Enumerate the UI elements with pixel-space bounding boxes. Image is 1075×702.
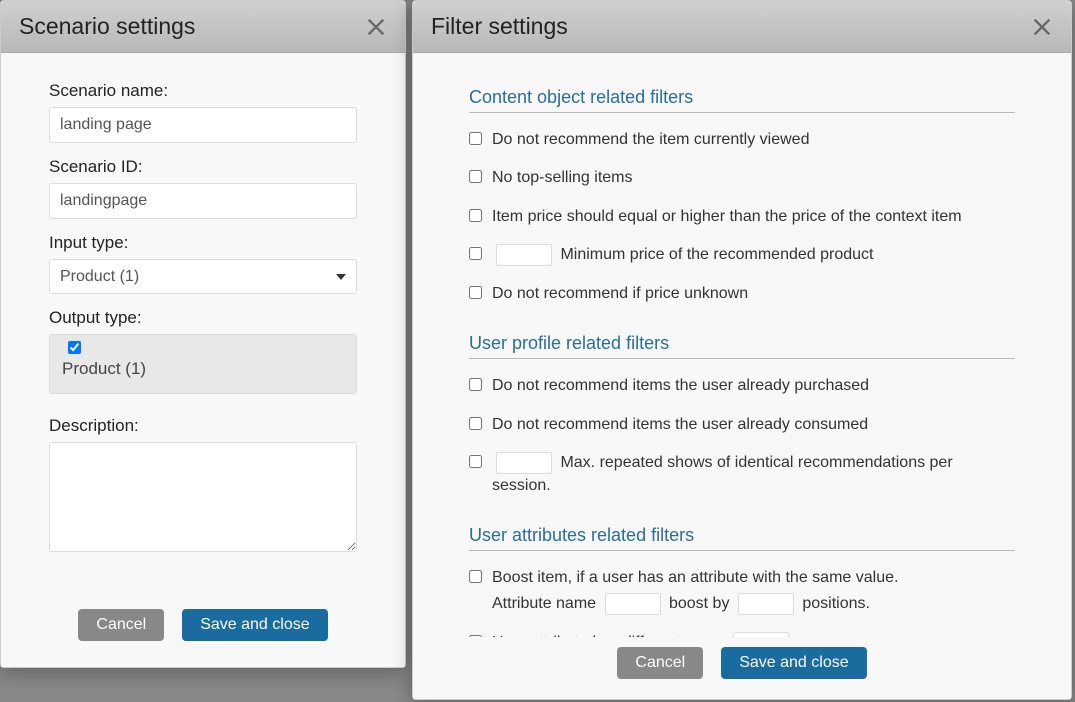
filter-no-top-label: No top-selling items bbox=[492, 167, 1015, 189]
filter-no-current-label: Do not recommend the item currently view… bbox=[492, 129, 1015, 151]
cancel-button[interactable]: Cancel bbox=[617, 647, 703, 679]
output-type-value: Product (1) bbox=[62, 359, 146, 378]
boost-attr-name-input[interactable] bbox=[605, 593, 661, 615]
filter-modal-title: Filter settings bbox=[431, 13, 568, 40]
section-content-title: Content object related filters bbox=[469, 87, 1015, 113]
filter-boost-checkbox[interactable] bbox=[469, 570, 482, 583]
output-type-checkbox[interactable] bbox=[68, 341, 81, 354]
output-type-box: Product (1) bbox=[49, 334, 357, 394]
cancel-button[interactable]: Cancel bbox=[78, 609, 164, 641]
filter-purchased-label: Do not recommend items the user already … bbox=[492, 375, 1015, 397]
filter-max-repeated-label: Max. repeated shows of identical recomme… bbox=[492, 452, 1015, 497]
scenario-settings-modal: Scenario settings Scenario name: Scenari… bbox=[0, 0, 406, 668]
filter-min-price-checkbox[interactable] bbox=[469, 247, 482, 260]
filter-max-repeated-checkbox[interactable] bbox=[469, 455, 482, 468]
boost-by-input[interactable] bbox=[738, 593, 794, 615]
filter-no-current-checkbox[interactable] bbox=[469, 132, 482, 145]
filter-settings-modal: Filter settings Content object related f… bbox=[412, 0, 1072, 700]
scenario-name-label: Scenario name: bbox=[49, 81, 357, 101]
output-type-label: Output type: bbox=[49, 308, 357, 328]
scenario-modal-title: Scenario settings bbox=[19, 13, 195, 40]
save-button[interactable]: Save and close bbox=[182, 609, 327, 641]
filter-modal-footer: Cancel Save and close bbox=[413, 637, 1071, 699]
scenario-modal-body: Scenario name: Scenario ID: Input type: … bbox=[1, 53, 405, 595]
save-button[interactable]: Save and close bbox=[721, 647, 866, 679]
scenario-modal-header: Scenario settings bbox=[1, 1, 405, 53]
filter-consumed-label: Do not recommend items the user already … bbox=[492, 414, 1015, 436]
filter-modal-body: Content object related filters Do not re… bbox=[413, 53, 1071, 637]
filter-no-top-checkbox[interactable] bbox=[469, 170, 482, 183]
filter-price-equal-label: Item price should equal or higher than t… bbox=[492, 206, 1015, 228]
filter-boost-label: Boost item, if a user has an attribute w… bbox=[492, 567, 1015, 616]
filter-modal-header: Filter settings bbox=[413, 1, 1071, 53]
filter-max-repeated-input[interactable] bbox=[496, 452, 552, 474]
filter-purchased-checkbox[interactable] bbox=[469, 378, 482, 391]
filter-no-unknown-checkbox[interactable] bbox=[469, 286, 482, 299]
close-icon[interactable] bbox=[365, 16, 387, 38]
filter-no-unknown-label: Do not recommend if price unknown bbox=[492, 283, 1015, 305]
filter-min-price-input[interactable] bbox=[496, 244, 552, 266]
description-textarea[interactable] bbox=[49, 442, 357, 552]
scenario-name-input[interactable] bbox=[49, 107, 357, 143]
section-user-profile-title: User profile related filters bbox=[469, 333, 1015, 359]
scenario-id-input[interactable] bbox=[49, 183, 357, 219]
filter-price-equal-checkbox[interactable] bbox=[469, 209, 482, 222]
input-type-select[interactable]: Product (1) bbox=[49, 259, 357, 294]
close-icon[interactable] bbox=[1031, 16, 1053, 38]
section-user-attributes-title: User attributes related filters bbox=[469, 525, 1015, 551]
filter-consumed-checkbox[interactable] bbox=[469, 417, 482, 430]
input-type-label: Input type: bbox=[49, 233, 357, 253]
scenario-id-label: Scenario ID: bbox=[49, 157, 357, 177]
description-label: Description: bbox=[49, 416, 357, 436]
filter-min-price-label: Minimum price of the recommended product bbox=[492, 244, 1015, 267]
scenario-modal-footer: Cancel Save and close bbox=[1, 595, 405, 667]
